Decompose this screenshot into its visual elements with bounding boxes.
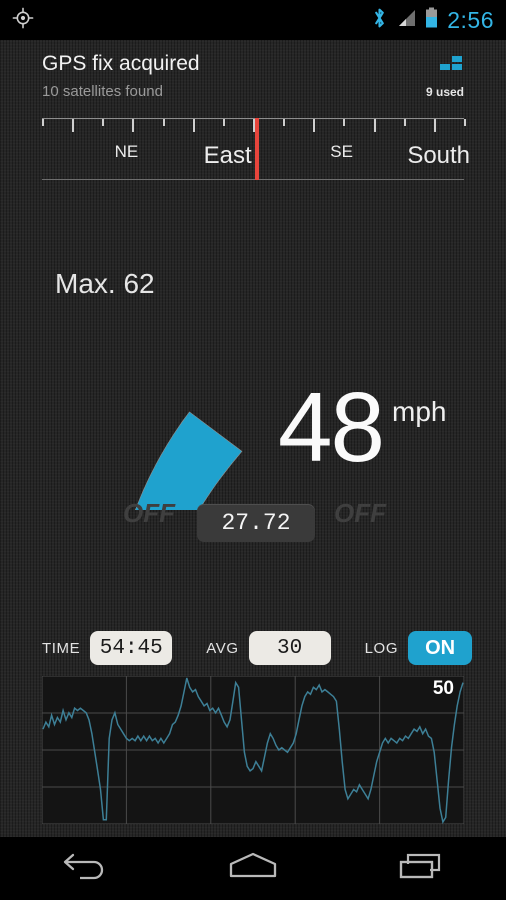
compass-tick: [373, 119, 376, 132]
status-bar-system-icons: 2:56: [372, 7, 494, 34]
android-status-bar: 2:56: [0, 0, 506, 40]
compass-label-ne: NE: [114, 142, 139, 161]
control-label-avg: AVG: [206, 639, 239, 657]
speed-unit-label: mph: [392, 396, 447, 427]
compass-label-east: East: [203, 142, 252, 169]
current-speed-value: 48: [278, 372, 385, 482]
avg-value-button[interactable]: 30: [248, 631, 331, 665]
back-icon: [58, 851, 110, 886]
compass-tick: [464, 119, 466, 126]
compass-tick: [283, 119, 286, 126]
control-label-log: LOG: [364, 639, 399, 657]
compass-tick: [433, 119, 436, 132]
compass-label-se: SE: [330, 142, 353, 161]
compass-tick: [162, 119, 165, 126]
speed-gauge[interactable]: Max. 62: [0, 250, 506, 889]
home-button[interactable]: [208, 837, 298, 900]
left-off-indicator[interactable]: OFF: [123, 498, 175, 529]
control-label-time: TIME: [42, 639, 81, 657]
compass-tick: [72, 119, 75, 132]
compass-tick: [102, 119, 105, 126]
max-speed-label: Max. 62: [55, 268, 155, 299]
right-off-indicator[interactable]: OFF: [334, 498, 386, 529]
compass-tick: [192, 119, 195, 132]
time-value-button[interactable]: 54:45: [90, 631, 173, 665]
status-bar-clock: 2:56: [447, 6, 494, 33]
compass-tick: [343, 119, 346, 126]
compass-heading-strip: NE East SE South: [42, 118, 470, 180]
bluetooth-icon: [372, 7, 387, 34]
compass-bottom-rule: [42, 179, 464, 180]
gps-crosshair-icon: [12, 7, 34, 34]
compass-label-south: South: [407, 142, 471, 169]
back-button[interactable]: [39, 837, 129, 900]
home-icon: [225, 851, 281, 886]
cellular-signal-icon: [396, 9, 416, 32]
compass-needle: [255, 118, 260, 180]
graph-max-label: 50: [432, 678, 454, 699]
compass-tick: [132, 119, 135, 132]
compass-tick: [222, 119, 225, 126]
gps-satellites-found: 10 satellites found: [42, 83, 163, 100]
compass-tick: [42, 119, 44, 126]
compass-tick: [313, 119, 316, 132]
speedometer-app-screen: 2:56 GPS fix acquired 10 satellites foun…: [0, 0, 506, 900]
gps-satellites-used: 9 used: [425, 85, 464, 99]
speed-history-graph[interactable]: 50: [41, 675, 465, 825]
status-bar-notifications: [12, 7, 34, 34]
recents-icon: [397, 851, 447, 886]
satellite-signal-bars-icon: [440, 56, 464, 72]
trip-odometer-value[interactable]: 27.72: [197, 504, 315, 542]
android-navigation-bar: [0, 837, 506, 900]
gps-status-title: GPS fix acquired: [42, 52, 200, 75]
recents-button[interactable]: [377, 837, 467, 900]
battery-icon: [425, 7, 438, 33]
log-value-button[interactable]: ON: [408, 631, 473, 665]
compass-tick: [403, 119, 406, 126]
controls-row: TIME 54:45 AVG 30 LOG ON: [42, 630, 473, 666]
